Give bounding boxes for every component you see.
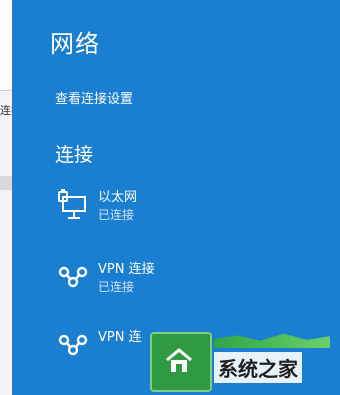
- view-connection-settings-link[interactable]: 查看连接设置: [55, 88, 133, 107]
- ethernet-icon: [58, 189, 86, 219]
- connection-item-vpn-1[interactable]: VPN 连接 已连接: [56, 258, 326, 302]
- connection-status: 已连接: [98, 208, 135, 222]
- connection-name: VPN 连接: [98, 262, 155, 277]
- connection-status: 已连接: [98, 280, 135, 294]
- background-window: 连接: [0, 0, 12, 395]
- background-text-fragment: 连接: [0, 104, 12, 117]
- connection-item-ethernet[interactable]: 以太网 已连接: [56, 186, 326, 230]
- background-toolbar: [0, 0, 12, 45]
- background-row: 连接: [0, 44, 12, 117]
- vpn-icon: [58, 266, 88, 288]
- house-logo-icon: [166, 348, 192, 372]
- site-watermark: 系统之家: [150, 318, 340, 395]
- watermark-banner: [214, 333, 330, 348]
- watermark-text: 系统之家: [214, 352, 302, 383]
- connection-name: VPN 连: [98, 330, 142, 345]
- watermark-logo: [150, 332, 212, 392]
- connection-name: 以太网: [98, 190, 138, 205]
- flyout-title: 网络: [50, 30, 100, 58]
- connections-heading: 连接: [55, 144, 94, 166]
- background-divider: [0, 176, 12, 190]
- vpn-icon: [58, 334, 88, 356]
